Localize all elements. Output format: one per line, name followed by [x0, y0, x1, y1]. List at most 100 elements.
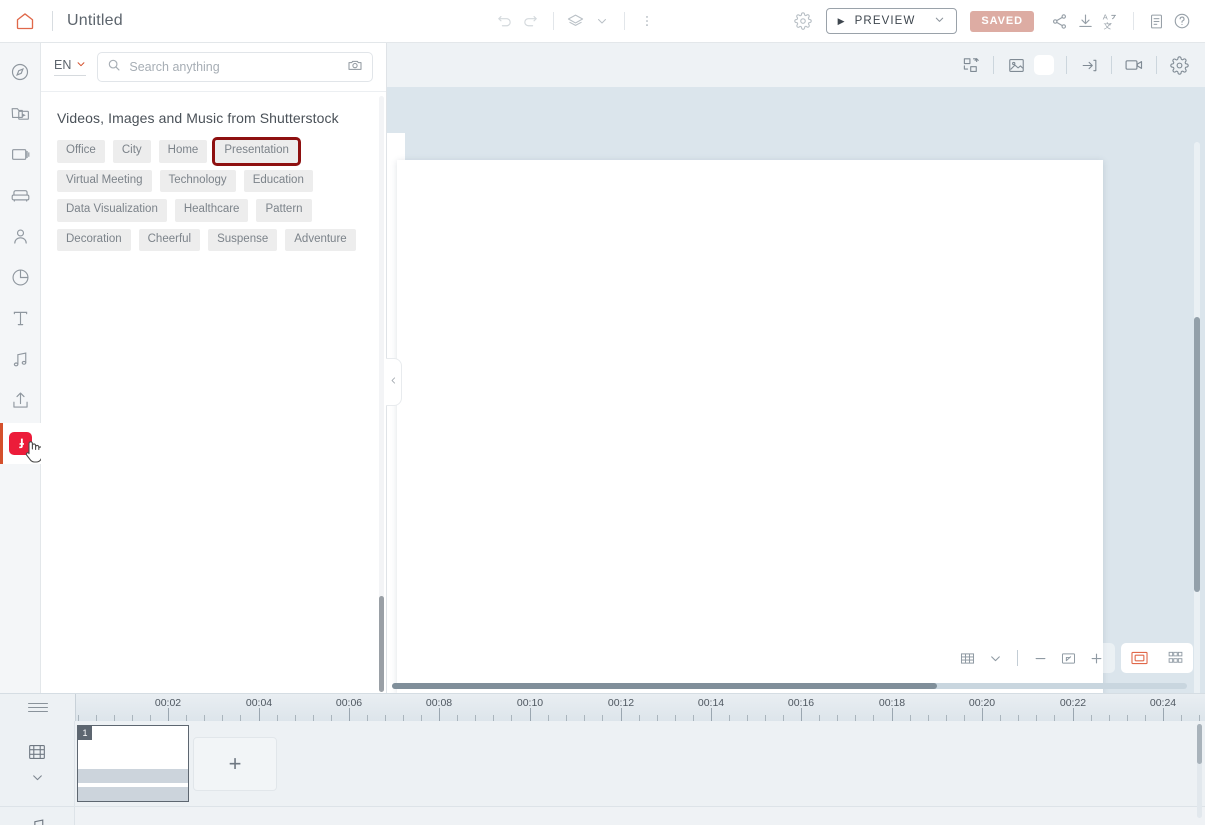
- ruler-major-tick: [801, 708, 802, 721]
- tag-chip[interactable]: Virtual Meeting: [57, 170, 152, 193]
- single-scene-view-icon[interactable]: [1125, 647, 1153, 669]
- language-selector[interactable]: EN: [54, 58, 86, 76]
- tag-chip[interactable]: Healthcare: [175, 199, 249, 222]
- stage-separator-1: [993, 56, 994, 74]
- share-icon[interactable]: [1046, 8, 1072, 34]
- sidebar-item-uploads[interactable]: [0, 382, 41, 423]
- grid-chevron-down-icon[interactable]: [982, 646, 1008, 670]
- editor-root: Untitled: [0, 0, 1205, 825]
- search-input[interactable]: [129, 60, 339, 74]
- sidebar-item-my-media[interactable]: [0, 95, 41, 136]
- stage-vertical-scrollbar-thumb[interactable]: [1194, 317, 1200, 592]
- preview-button[interactable]: ▶ PREVIEW: [826, 8, 958, 34]
- tag-chip[interactable]: City: [113, 140, 151, 163]
- ruler-time-label: 00:10: [517, 697, 543, 709]
- gear-icon[interactable]: [790, 8, 816, 34]
- scenes-track-body[interactable]: 1 +: [75, 721, 1205, 806]
- video-camera-icon[interactable]: [1120, 51, 1148, 79]
- add-scene-button[interactable]: +: [193, 737, 277, 791]
- ruler-time-label: 00:02: [155, 697, 181, 709]
- tag-chip[interactable]: Office: [57, 140, 105, 163]
- color-swatch-icon[interactable]: [1030, 51, 1058, 79]
- layers-icon[interactable]: [563, 8, 589, 34]
- document-title[interactable]: Untitled: [67, 12, 123, 30]
- stage: [387, 43, 1205, 693]
- tag-chip[interactable]: Home: [159, 140, 208, 163]
- tag-chip[interactable]: Cheerful: [139, 229, 200, 252]
- preview-play-icon: ▶: [838, 16, 846, 27]
- panel-scrollbar-thumb[interactable]: [379, 596, 384, 692]
- sidebar-item-music[interactable]: [0, 341, 41, 382]
- canvas-controls-separator: [1017, 650, 1018, 666]
- scenes-track-chevron-down-icon[interactable]: [31, 771, 44, 787]
- grid-view-icon[interactable]: [1161, 647, 1189, 669]
- stage-horizontal-scrollbar[interactable]: [392, 683, 1187, 689]
- image-icon[interactable]: [1002, 51, 1030, 79]
- upload-icon: [10, 390, 31, 416]
- tag-chip[interactable]: Technology: [160, 170, 236, 193]
- ruler-major-tick: [892, 708, 893, 721]
- tag-chip[interactable]: Suspense: [208, 229, 277, 252]
- music-note-icon: [10, 349, 31, 375]
- sidebar-item-characters[interactable]: [0, 218, 41, 259]
- timeline-ruler[interactable]: 00:0200:0400:0600:0800:1000:1200:1400:16…: [75, 694, 1205, 721]
- panel-scrollbar[interactable]: [379, 96, 384, 692]
- tag-chip[interactable]: Adventure: [285, 229, 355, 252]
- sidebar-item-text[interactable]: [0, 300, 41, 341]
- search-box[interactable]: [97, 52, 373, 82]
- timeline-scenes-track: 1 +: [0, 721, 1205, 807]
- tag-chip[interactable]: Decoration: [57, 229, 131, 252]
- pie-chart-icon: [10, 267, 31, 293]
- camera-icon[interactable]: [347, 57, 363, 78]
- stage-vertical-scrollbar[interactable]: [1194, 142, 1200, 722]
- scenes-track-header[interactable]: [0, 721, 75, 806]
- tag-chip[interactable]: Presentation: [215, 140, 298, 163]
- slide-canvas[interactable]: [397, 160, 1103, 693]
- toolbar-separator-2: [624, 12, 625, 30]
- grid-icon[interactable]: [954, 646, 980, 670]
- timeline-ruler-row: 00:0200:0400:0600:0800:1000:1200:1400:16…: [0, 694, 1205, 721]
- tag-chip[interactable]: Education: [244, 170, 313, 193]
- timeline-vertical-scrollbar[interactable]: [1197, 724, 1202, 818]
- stage-horizontal-scrollbar-thumb[interactable]: [392, 683, 937, 689]
- audio-track-header[interactable]: [0, 807, 75, 825]
- sidebar-item-backgrounds[interactable]: [0, 177, 41, 218]
- enter-arrow-icon[interactable]: [1075, 51, 1103, 79]
- zoom-out-minus-icon[interactable]: [1027, 646, 1053, 670]
- redo-icon[interactable]: [518, 8, 544, 34]
- panel-collapse-handle[interactable]: [386, 358, 402, 406]
- tag-chip-list: Office City Home Presentation Virtual Meetin…: [57, 140, 357, 251]
- left-sidebar: [0, 43, 41, 693]
- timeline-grip-area[interactable]: [0, 694, 75, 721]
- stage-canvas-area[interactable]: [387, 87, 1205, 693]
- ruler-time-label: 00:08: [426, 697, 452, 709]
- align-objects-icon[interactable]: [957, 51, 985, 79]
- translate-icon[interactable]: A 文: [1098, 8, 1124, 34]
- gear-icon[interactable]: [1165, 51, 1193, 79]
- home-icon[interactable]: [12, 8, 38, 34]
- timeline-vertical-scrollbar-thumb[interactable]: [1197, 724, 1202, 764]
- scene-thumbnail-1[interactable]: 1: [77, 725, 189, 802]
- audio-track-body[interactable]: [75, 807, 1205, 825]
- panel-header: EN: [41, 43, 386, 91]
- drag-grip-icon[interactable]: [28, 700, 48, 715]
- more-vertical-icon[interactable]: [634, 8, 660, 34]
- sidebar-item-scenes[interactable]: [0, 136, 41, 177]
- help-circle-icon[interactable]: [1169, 8, 1195, 34]
- notes-icon[interactable]: [1143, 8, 1169, 34]
- stage-separator-4: [1156, 56, 1157, 74]
- layers-chevron-down-icon[interactable]: [589, 8, 615, 34]
- tag-chip[interactable]: Pattern: [256, 199, 311, 222]
- preview-chevron-down-icon[interactable]: [934, 14, 945, 28]
- sidebar-item-charts[interactable]: [0, 259, 41, 300]
- sidebar-item-discover[interactable]: [0, 54, 41, 95]
- sidebar-item-shutterstock[interactable]: [0, 423, 41, 464]
- fit-screen-icon[interactable]: [1055, 646, 1081, 670]
- tag-chip[interactable]: Data Visualization: [57, 199, 167, 222]
- language-label: EN: [54, 58, 71, 72]
- download-icon[interactable]: [1072, 8, 1098, 34]
- undo-icon[interactable]: [492, 8, 518, 34]
- scene-number: 1: [78, 726, 92, 740]
- search-icon: [107, 58, 121, 77]
- zoom-in-plus-icon[interactable]: [1083, 646, 1109, 670]
